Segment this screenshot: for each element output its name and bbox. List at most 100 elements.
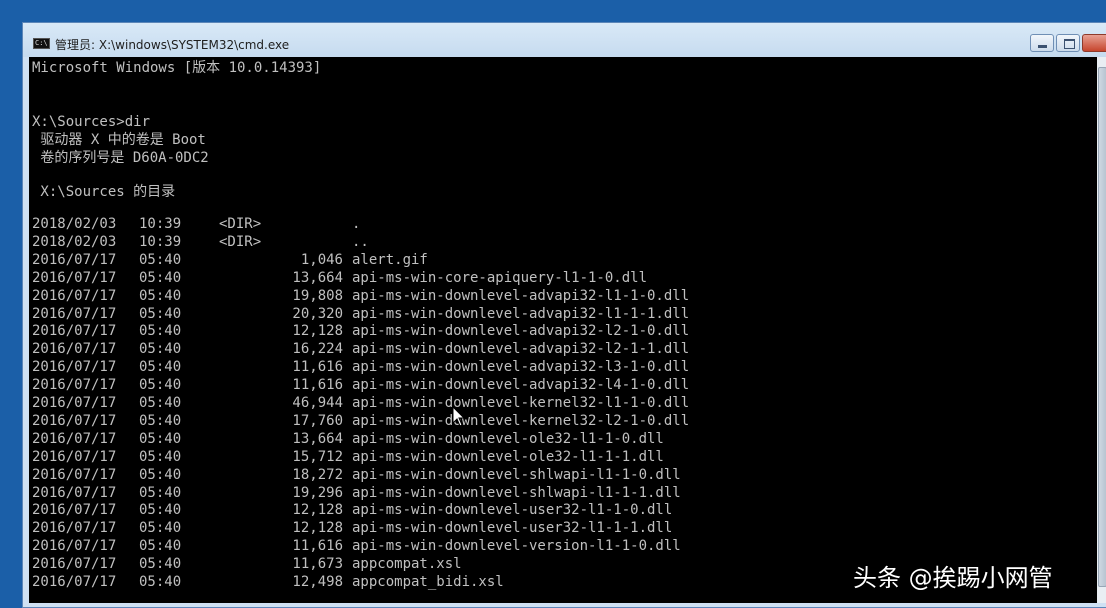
entry-time: 10:39 — [139, 216, 182, 232]
entry-name: api-ms-win-downlevel-user32-l1-1-0.dll — [352, 502, 673, 519]
window-title: 管理员: X:\windows\SYSTEM32\cmd.exe — [55, 38, 290, 52]
entry-time: 05:40 — [139, 502, 182, 519]
entry-name: api-ms-win-downlevel-advapi32-l4-1-0.dll — [352, 377, 690, 394]
entry-size: 18,272 — [292, 466, 343, 483]
entry-size: 19,296 — [292, 484, 343, 501]
entry-name: api-ms-win-downlevel-kernel32-l2-1-0.dll — [352, 412, 690, 429]
entry-date: 2016/07/17 — [32, 287, 117, 304]
entry-date: 2016/07/17 — [32, 484, 117, 501]
entry-time: 05:40 — [139, 412, 182, 429]
entry-size: 13,664 — [292, 269, 343, 286]
entry-date: 2016/07/17 — [32, 556, 117, 573]
minimize-icon — [1038, 45, 1047, 48]
entry-size: 12,128 — [292, 520, 343, 537]
entry-date: 2016/07/17 — [32, 574, 117, 590]
entry-date: 2016/07/17 — [32, 466, 117, 483]
entry-date: 2016/07/17 — [32, 448, 117, 465]
scrollbar-thumb[interactable] — [1098, 67, 1106, 587]
entry-size: 19,808 — [292, 287, 343, 304]
entry-name: api-ms-win-downlevel-advapi32-l2-1-1.dll — [352, 341, 690, 358]
entry-date: 2016/07/17 — [32, 323, 117, 340]
entry-size: 46,944 — [292, 395, 343, 411]
entry-time: 05:40 — [139, 574, 182, 590]
entry-date: 2016/07/17 — [32, 359, 117, 376]
entry-time: 05:40 — [139, 377, 182, 394]
entry-size: 12,128 — [292, 502, 343, 519]
entry-time: 05:40 — [139, 430, 182, 447]
entry-size: 15,712 — [292, 448, 343, 465]
entry-name: api-ms-win-downlevel-shlwapi-l1-1-0.dll — [352, 466, 681, 483]
watermark-text: 头条 @挨踢小网管 — [853, 564, 1053, 592]
mouse-pointer-icon — [452, 406, 466, 427]
entry-date: 2016/07/17 — [32, 305, 117, 322]
entry-time: 05:40 — [139, 448, 182, 465]
maximize-icon — [1064, 39, 1075, 49]
entry-name: api-ms-win-downlevel-user32-l1-1-1.dll — [352, 520, 673, 537]
entry-size: 13,664 — [292, 430, 343, 447]
entry-size: 11,616 — [292, 538, 343, 555]
entry-size: 11,616 — [292, 377, 343, 394]
entry-name: api-ms-win-downlevel-advapi32-l2-1-0.dll — [352, 323, 690, 340]
entry-date: 2016/07/17 — [32, 430, 117, 447]
entry-time: 05:40 — [139, 251, 182, 268]
console-header: Microsoft Windows [版本 10.0.14393] — [32, 60, 322, 76]
entry-name: api-ms-win-downlevel-kernel32-l1-1-0.dll — [352, 395, 690, 411]
entry-time: 05:40 — [139, 359, 182, 376]
entry-date: 2018/02/03 — [32, 233, 117, 250]
entry-time: 10:39 — [139, 233, 182, 250]
entry-time: 05:40 — [139, 287, 182, 304]
entry-size: 11,673 — [292, 556, 343, 573]
cmd-app-icon[interactable]: C:\ — [33, 38, 50, 49]
entry-dir-flag: <DIR> — [219, 233, 262, 250]
volume-label-line: 驱动器 X 中的卷是 Boot — [32, 132, 206, 148]
entry-time: 05:40 — [139, 323, 182, 340]
entry-name: api-ms-win-downlevel-advapi32-l1-1-1.dll — [352, 305, 690, 322]
entry-size: 1,046 — [300, 251, 343, 268]
window-controls — [1030, 34, 1106, 53]
entry-date: 2016/07/17 — [32, 377, 117, 394]
entry-size: 12,498 — [292, 574, 343, 590]
entry-date: 2016/07/17 — [32, 341, 117, 358]
entry-name: appcompat_bidi.xsl — [352, 574, 504, 590]
maximize-button[interactable] — [1056, 34, 1080, 52]
entry-name: api-ms-win-downlevel-shlwapi-l1-1-1.dll — [352, 484, 681, 501]
entry-time: 05:40 — [139, 466, 182, 483]
entry-name: . — [352, 216, 361, 232]
entry-date: 2016/07/17 — [32, 502, 117, 519]
entry-date: 2016/07/17 — [32, 520, 117, 537]
cmd-window[interactable]: C:\ 管理员: X:\windows\SYSTEM32\cmd.exe Mic… — [22, 22, 1106, 608]
volume-serial-line: 卷的序列号是 D60A-0DC2 — [32, 150, 209, 166]
entry-date: 2016/07/17 — [32, 269, 117, 286]
entry-name: api-ms-win-core-apiquery-l1-1-0.dll — [352, 269, 648, 286]
entry-time: 05:40 — [139, 269, 182, 286]
minimize-button[interactable] — [1030, 34, 1054, 52]
entry-date: 2016/07/17 — [32, 412, 117, 429]
entry-name: api-ms-win-downlevel-version-l1-1-0.dll — [352, 538, 681, 555]
entry-time: 05:40 — [139, 305, 182, 322]
entry-date: 2018/02/03 — [32, 216, 117, 232]
entry-name: appcompat.xsl — [352, 556, 462, 573]
entry-name: alert.gif — [352, 251, 428, 268]
entry-size: 16,224 — [292, 341, 343, 358]
entry-date: 2016/07/17 — [32, 538, 117, 555]
close-button[interactable] — [1082, 34, 1106, 52]
entry-name: .. — [352, 233, 369, 250]
entry-time: 05:40 — [139, 395, 182, 411]
command-prompt: X:\Sources>dir — [32, 114, 151, 130]
entry-name: api-ms-win-downlevel-ole32-l1-1-0.dll — [352, 430, 664, 447]
entry-time: 05:40 — [139, 556, 182, 573]
entry-time: 05:40 — [139, 341, 182, 358]
entry-name: api-ms-win-downlevel-advapi32-l1-1-0.dll — [352, 287, 690, 304]
entry-size: 12,128 — [292, 323, 343, 340]
entry-date: 2016/07/17 — [32, 395, 117, 411]
vertical-scrollbar[interactable] — [1097, 57, 1106, 603]
directory-heading: X:\Sources 的目录 — [32, 184, 176, 200]
entry-size: 17,760 — [292, 412, 343, 429]
entry-time: 05:40 — [139, 484, 182, 501]
entry-time: 05:40 — [139, 538, 182, 555]
entry-time: 05:40 — [139, 520, 182, 537]
entry-size: 11,616 — [292, 359, 343, 376]
entry-date: 2016/07/17 — [32, 251, 117, 268]
title-bar[interactable]: C:\ 管理员: X:\windows\SYSTEM32\cmd.exe — [23, 23, 1106, 57]
console-output[interactable]: Microsoft Windows [版本 10.0.14393] X:\Sou… — [29, 57, 1097, 603]
